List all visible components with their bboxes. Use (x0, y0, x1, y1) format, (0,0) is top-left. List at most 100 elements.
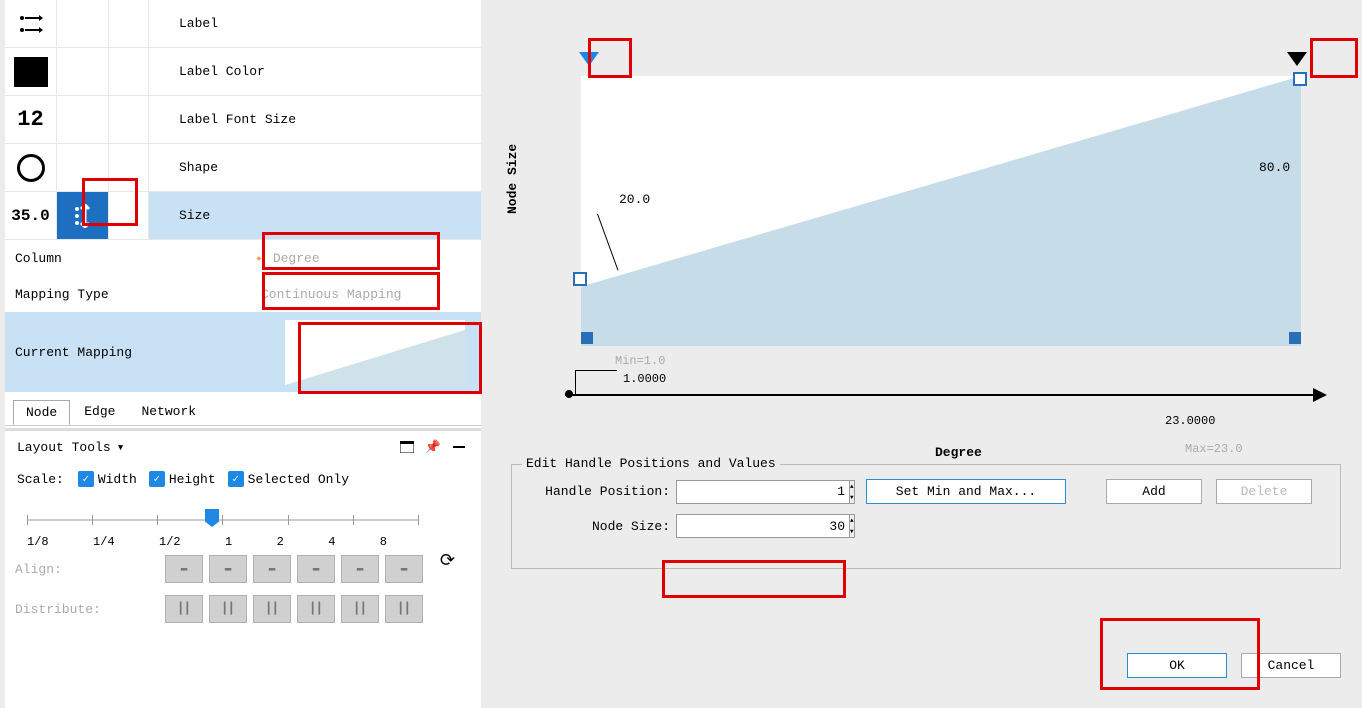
ns-up[interactable]: ▲ (850, 515, 854, 526)
style-tabs: Node Edge Network (5, 396, 481, 426)
prop-label-text: Label (149, 16, 218, 31)
prop-shape-text: Shape (149, 160, 218, 175)
hp-up[interactable]: ▲ (850, 481, 854, 492)
align-label: Align: (15, 562, 165, 577)
chk-width[interactable]: ✓Width (78, 471, 137, 487)
column-label: Column (5, 251, 255, 266)
corner-bl[interactable] (581, 332, 593, 344)
dist-btn-3[interactable]: ┃┃ (253, 595, 291, 623)
align-row: Align: ▬ ▬ ▬ ▬ ▬ ▬ (5, 549, 481, 589)
size-map-icon[interactable] (57, 192, 109, 239)
ns-down[interactable]: ▼ (850, 526, 854, 537)
shape-icon (5, 144, 57, 191)
mapping-column-row[interactable]: Column ✦ Degree (5, 240, 481, 276)
x-axis (565, 394, 1325, 396)
distribute-label: Distribute: (15, 602, 165, 617)
val-20: 20.0 (619, 192, 650, 207)
prop-row-labelcolor[interactable]: Label Color (5, 48, 481, 96)
min-triangle-handle[interactable] (579, 52, 599, 66)
x-axis-origin (565, 390, 573, 398)
chk-selected[interactable]: ✓Selected Only (228, 471, 349, 487)
labelcolor-icon (5, 48, 57, 95)
mapping-type-row[interactable]: Mapping Type Continuous Mapping (5, 276, 481, 312)
size-val: 35.0 (5, 192, 57, 239)
delete-button: Delete (1216, 479, 1312, 504)
slider-labels: 1/81/41/21248 (27, 535, 387, 549)
fs-legend: Edit Handle Positions and Values (522, 456, 780, 471)
ok-button[interactable]: OK (1127, 653, 1227, 678)
current-mapping-row[interactable]: Current Mapping (5, 312, 481, 392)
refresh-icon[interactable]: ⟳ (440, 550, 455, 572)
pin-icon[interactable]: 📌 (423, 439, 443, 455)
hp-label: Handle Position: (526, 484, 676, 499)
fontsize-icon: 12 (5, 96, 57, 143)
fontsize-bypass[interactable] (109, 96, 149, 143)
val-80: 80.0 (1259, 160, 1290, 175)
dist-btn-2[interactable]: ┃┃ (209, 595, 247, 623)
prop-row-fontsize[interactable]: 12 Label Font Size (5, 96, 481, 144)
add-button[interactable]: Add (1106, 479, 1202, 504)
x-axis-label: Degree (935, 445, 982, 460)
labelcolor-bypass[interactable] (109, 48, 149, 95)
max-lbl: Max=23.0 (1185, 442, 1243, 456)
layout-tools-header: Layout Tools ▾ 📌 (5, 433, 481, 461)
prop-row-size[interactable]: 35.0 Size (5, 192, 481, 240)
cancel-button[interactable]: Cancel (1241, 653, 1341, 678)
node-size-spinner[interactable]: ▲▼ (676, 514, 826, 538)
prop-labelcolor-text: Label Color (149, 64, 265, 79)
chart-area[interactable]: Node Size 20.0 80.0 Min=1.0 1.0000 23.00… (545, 34, 1341, 434)
tab-network[interactable]: Network (129, 400, 208, 425)
scale-slider[interactable] (27, 505, 459, 529)
maptype-label: Mapping Type (5, 287, 255, 302)
tab-node[interactable]: Node (13, 400, 70, 425)
ns-input[interactable] (676, 514, 850, 538)
align-btn-5[interactable]: ▬ (341, 555, 379, 583)
label-map-icon[interactable] (57, 0, 109, 47)
label-icon (5, 0, 57, 47)
label-bypass[interactable] (109, 0, 149, 47)
mapping-preview[interactable] (285, 320, 465, 385)
distribute-row: Distribute: ┃┃ ┃┃ ┃┃ ┃┃ ┃┃ ┃┃ (5, 589, 481, 629)
dist-btn-1[interactable]: ┃┃ (165, 595, 203, 623)
prop-fontsize-text: Label Font Size (149, 112, 296, 127)
prop-row-label[interactable]: Label (5, 0, 481, 48)
tab-edge[interactable]: Edge (72, 400, 127, 425)
handle-fieldset: Edit Handle Positions and Values Handle … (511, 464, 1341, 569)
min-val: 1.0000 (623, 372, 666, 386)
shape-map[interactable] (57, 144, 109, 191)
dist-btn-5[interactable]: ┃┃ (341, 595, 379, 623)
scale-row: Scale: ✓Width ✓Height ✓Selected Only (5, 461, 481, 497)
hp-input[interactable] (676, 480, 850, 504)
align-btn-1[interactable]: ▬ (165, 555, 203, 583)
handle-position-spinner[interactable]: ▲▼ (676, 480, 826, 504)
column-val[interactable]: Degree (267, 247, 326, 270)
drag-handle-max[interactable] (1293, 72, 1307, 86)
fontsize-map[interactable] (57, 96, 109, 143)
shape-bypass[interactable] (109, 144, 149, 191)
dist-btn-4[interactable]: ┃┃ (297, 595, 335, 623)
minimize-icon[interactable] (449, 439, 469, 455)
labelcolor-map[interactable] (57, 48, 109, 95)
max-triangle-handle[interactable] (1287, 52, 1307, 66)
drag-handle-min[interactable] (573, 272, 587, 286)
prop-row-shape[interactable]: Shape (5, 144, 481, 192)
align-btn-6[interactable]: ▬ (385, 555, 423, 583)
corner-br[interactable] (1289, 332, 1301, 344)
dialog-buttons: OK Cancel (1113, 653, 1341, 678)
chk-height[interactable]: ✓Height (149, 471, 216, 487)
align-btn-4[interactable]: ▬ (297, 555, 335, 583)
dist-btn-6[interactable]: ┃┃ (385, 595, 423, 623)
layout-tools-title: Layout Tools (17, 440, 111, 455)
ns-label: Node Size: (526, 519, 676, 534)
degree-icon: ✦ (255, 251, 263, 266)
size-bypass[interactable] (109, 192, 149, 239)
align-btn-2[interactable]: ▬ (209, 555, 247, 583)
layout-tools-dd[interactable]: ▾ (117, 440, 125, 455)
hp-down[interactable]: ▼ (850, 492, 854, 503)
set-min-max-button[interactable]: Set Min and Max... (866, 479, 1066, 504)
maptype-val[interactable]: Continuous Mapping (255, 283, 407, 306)
float-icon[interactable] (397, 439, 417, 455)
right-panel: Node Size 20.0 80.0 Min=1.0 1.0000 23.00… (491, 0, 1361, 708)
y-axis-label: Node Size (505, 144, 520, 214)
align-btn-3[interactable]: ▬ (253, 555, 291, 583)
